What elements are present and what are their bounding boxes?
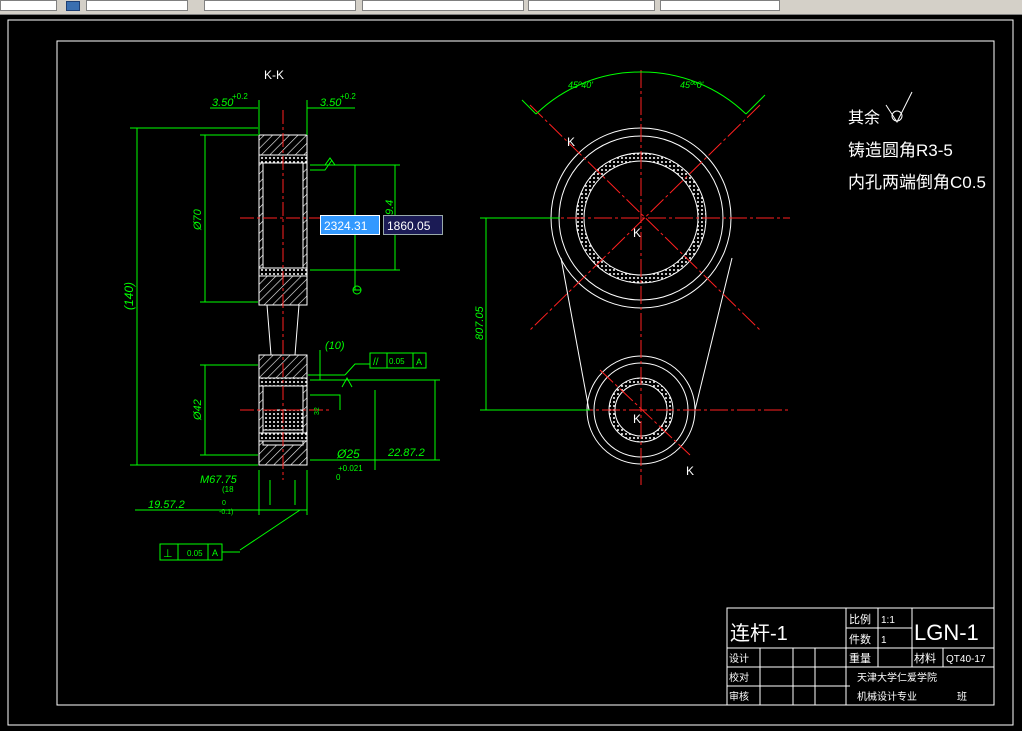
dim-small-num: 32: [314, 407, 321, 415]
svg-text:材料: 材料: [914, 651, 936, 665]
svg-text://: //: [373, 357, 379, 368]
toolbar-field-5[interactable]: [528, 0, 655, 11]
dim-d25-tol-low: 0: [336, 473, 341, 482]
svg-text:K: K: [633, 226, 641, 240]
svg-text:比例: 比例: [849, 612, 871, 626]
toolbar-field-4[interactable]: [362, 0, 524, 11]
svg-text:天津大学仁爱学院: 天津大学仁爱学院: [857, 671, 937, 684]
angle-left: 45º40': [568, 80, 593, 90]
note-line1: 其余: [848, 108, 880, 127]
toolbar-field-6[interactable]: [660, 0, 780, 11]
part-name: 连杆-1: [730, 622, 788, 645]
svg-text:重量: 重量: [849, 651, 871, 665]
dim-m18: (18: [222, 485, 234, 494]
note-line3: 内孔两端倒角C0.5: [848, 173, 986, 192]
dim-top-left: 3.50: [212, 97, 234, 109]
dim-140: (140): [122, 282, 136, 310]
angle-right: 45ºº0': [680, 80, 704, 90]
layer-icon[interactable]: [66, 1, 80, 11]
section-label: K-K: [264, 68, 284, 82]
svg-text:⊥: ⊥: [163, 548, 173, 560]
svg-text:0.05: 0.05: [389, 357, 405, 366]
section-view: K-K 3.50 +0.2 3.50 +0.2 Ø70 Ø42 (140) 9.…: [122, 68, 440, 561]
dim-d25-tol-up: +0.021: [338, 464, 363, 473]
dim-r195-tol: 0: [222, 500, 226, 507]
svg-text:1: 1: [881, 635, 887, 646]
notes: 其余 铸造圆角R3-5 内孔两端倒角C0.5: [848, 91, 986, 192]
dim-r195-tol2: -0.1): [219, 509, 233, 516]
dim-d70: Ø70: [192, 208, 204, 231]
svg-text:审核: 审核: [729, 690, 749, 703]
toolbar-field-3[interactable]: [204, 0, 356, 11]
svg-text:件数: 件数: [849, 633, 871, 646]
svg-text:A: A: [416, 357, 422, 367]
toolbar-field-1[interactable]: [0, 0, 57, 11]
title-block: 连杆-1 比例 1:1 件数 1 LGN-1 重量 材料 QT40-17 设计 …: [726, 607, 995, 706]
svg-text:K: K: [633, 412, 641, 426]
svg-text:K: K: [686, 464, 694, 478]
dim-r195: 19.57.2: [148, 499, 185, 511]
dim-side-small: 9.4: [384, 200, 396, 215]
svg-text:机械设计专业: 机械设计专业: [857, 690, 917, 703]
dim-d25: Ø25: [336, 447, 360, 461]
svg-text:设计: 设计: [729, 652, 749, 665]
gdt-parallel: // 0.05 A: [344, 352, 427, 376]
note-line2: 铸造圆角R3-5: [848, 141, 953, 160]
coordinate-y-input[interactable]: 1860.05: [383, 215, 443, 235]
toolbar-field-2[interactable]: [86, 0, 188, 11]
toolbar: [0, 0, 1022, 15]
gdt-perpendicular: ⊥ 0.05 A: [159, 543, 240, 561]
coordinate-x-input[interactable]: 2324.31: [320, 215, 380, 235]
front-view: 45º40' 45ºº0' 807.05 K K K K: [474, 70, 790, 485]
dim-d42: Ø42: [192, 399, 204, 421]
dim-r228: 22.87.2: [387, 447, 425, 459]
dim-p10: (10): [325, 340, 345, 352]
svg-text:QT40-17: QT40-17: [946, 654, 986, 665]
dim-top-left-tol: +0.2: [232, 92, 248, 101]
svg-text:班: 班: [957, 691, 967, 703]
drawing-code: LGN-1: [914, 620, 979, 645]
svg-text:1:1: 1:1: [881, 615, 895, 626]
dim-807: 807.05: [474, 305, 486, 340]
svg-text:A: A: [212, 548, 218, 558]
svg-text:K: K: [567, 135, 575, 149]
drawing-canvas[interactable]: K-K 3.50 +0.2 3.50 +0.2 Ø70 Ø42 (140) 9.…: [0, 14, 1022, 731]
svg-text:校对: 校对: [729, 671, 749, 684]
svg-text:0.05: 0.05: [187, 549, 203, 558]
dim-top-right: 3.50: [320, 97, 342, 109]
dim-top-right-tol: +0.2: [340, 92, 356, 101]
